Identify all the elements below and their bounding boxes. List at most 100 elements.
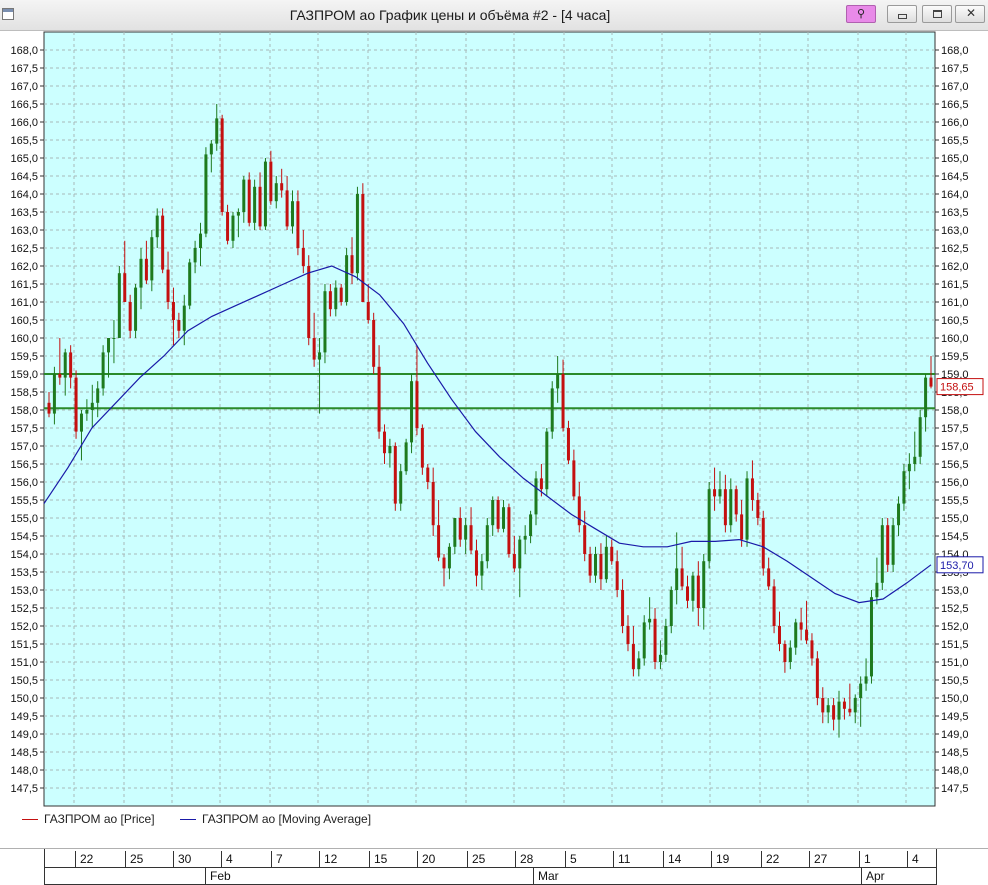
candle-body xyxy=(518,539,522,569)
candle-body xyxy=(566,428,570,461)
candle-body xyxy=(123,273,127,302)
candle-body xyxy=(897,503,901,526)
y-axis-tick-label-right: 155,5 xyxy=(941,495,969,507)
restore-button[interactable] xyxy=(922,5,952,23)
y-axis-tick-label-right: 163,0 xyxy=(941,225,969,237)
y-axis-tick-label-left: 156,0 xyxy=(10,477,38,489)
candle-body xyxy=(832,705,836,720)
candle-body xyxy=(577,496,581,526)
pin-button[interactable]: ⚲ xyxy=(846,5,876,23)
candle-body xyxy=(117,273,121,338)
time-axis-day-label: 11 xyxy=(613,851,630,867)
candle-body xyxy=(610,546,614,562)
y-axis-tick-label-right: 156,5 xyxy=(941,459,969,471)
candle-body xyxy=(420,428,424,468)
candle-body xyxy=(788,647,792,662)
time-axis-day-label: 7 xyxy=(271,851,283,867)
candle-body xyxy=(805,629,809,641)
candle-body xyxy=(274,183,278,202)
candle-body xyxy=(339,287,343,302)
candle-body xyxy=(345,255,349,302)
candle-body xyxy=(236,212,240,216)
candle-body xyxy=(621,590,625,626)
candle-body xyxy=(215,118,219,144)
y-axis-tick-label-left: 164,5 xyxy=(10,171,38,183)
y-axis-tick-label-right: 167,0 xyxy=(941,81,969,93)
candle-body xyxy=(464,525,468,540)
candle-body xyxy=(572,460,576,497)
candle-body xyxy=(821,698,825,713)
candle-body xyxy=(534,478,538,515)
price-chart[interactable]: 168,0 168,0 167,5 167,5 167,0 167,0 166,5 166,5… xyxy=(0,31,988,807)
minimize-button[interactable] xyxy=(887,5,917,23)
y-axis-tick-label-right: 164,0 xyxy=(941,189,969,201)
time-axis-day-label: 20 xyxy=(417,851,435,867)
candle-body xyxy=(285,190,289,227)
candle-body xyxy=(58,374,62,378)
y-axis-tick-label-left: 157,0 xyxy=(10,441,38,453)
candle-body xyxy=(112,338,116,339)
candle-body xyxy=(177,320,181,331)
candle-body xyxy=(107,338,111,353)
candle-body xyxy=(480,561,484,576)
time-axis-day-label: 5 xyxy=(565,851,577,867)
y-axis-tick-label-left: 150,5 xyxy=(10,675,38,687)
candle-body xyxy=(588,554,592,576)
candle-body xyxy=(90,402,94,410)
close-button[interactable]: ✕ xyxy=(955,5,985,23)
y-axis-tick-label-left: 153,0 xyxy=(10,585,38,597)
candle-body xyxy=(529,514,533,536)
time-axis-scale: 22 25 30 4 7 12 15 20 25 28 5 11 14 19 2… xyxy=(44,849,937,885)
candle-body xyxy=(220,118,224,212)
candle-body xyxy=(209,143,213,155)
y-axis-tick-label-left: 168,0 xyxy=(10,45,38,57)
y-axis-tick-label-left: 162,5 xyxy=(10,243,38,255)
candle-body xyxy=(226,212,230,241)
candle-body xyxy=(437,525,441,558)
time-axis[interactable]: 22 25 30 4 7 12 15 20 25 28 5 11 14 19 2… xyxy=(0,848,988,885)
time-axis-month-label: Mar xyxy=(533,868,559,884)
y-axis-tick-label-right: 155,0 xyxy=(941,513,969,525)
y-axis-tick-label-right: 165,5 xyxy=(941,135,969,147)
candle-body xyxy=(410,381,414,443)
candle-body xyxy=(859,683,863,698)
y-axis-tick-label-left: 155,0 xyxy=(10,513,38,525)
candle-body xyxy=(561,374,565,428)
y-axis-tick-label-right: 164,5 xyxy=(941,171,969,183)
candle-body xyxy=(496,500,500,529)
candle-body xyxy=(458,518,462,540)
candle-body xyxy=(253,186,257,223)
candle-body xyxy=(615,561,619,590)
candle-body xyxy=(52,374,56,414)
candle-body xyxy=(512,554,516,569)
y-axis-tick-label-right: 162,5 xyxy=(941,243,969,255)
candle-body xyxy=(702,561,706,608)
candle-body xyxy=(361,194,365,302)
close-icon: ✕ xyxy=(966,6,977,20)
y-axis-tick-label-right: 153,0 xyxy=(941,585,969,597)
candle-body xyxy=(740,514,744,540)
candle-body xyxy=(848,708,852,713)
y-axis-tick-label-right: 147,5 xyxy=(941,783,969,795)
candle-body xyxy=(718,489,722,497)
y-axis-tick-label-right: 163,5 xyxy=(941,207,969,219)
candle-body xyxy=(875,582,879,598)
candle-body xyxy=(79,413,83,432)
candle-body xyxy=(388,446,392,454)
candle-body xyxy=(502,507,506,529)
y-axis-tick-label-left: 165,5 xyxy=(10,135,38,147)
y-axis-tick-label-left: 154,5 xyxy=(10,531,38,543)
candle-body xyxy=(453,518,457,547)
candle-body xyxy=(880,525,884,583)
y-axis-tick-label-left: 163,5 xyxy=(10,207,38,219)
window-title: ГАЗПРОМ ао График цены и объёма #2 - [4 … xyxy=(289,7,611,23)
y-axis-tick-label-right: 154,5 xyxy=(941,531,969,543)
candle-body xyxy=(913,456,917,464)
y-axis-tick-label-right: 160,5 xyxy=(941,315,969,327)
candle-body xyxy=(729,489,733,526)
y-axis-tick-label-left: 158,5 xyxy=(10,387,38,399)
y-axis-tick-label-right: 150,5 xyxy=(941,675,969,687)
candle-body xyxy=(750,478,754,500)
candle-body xyxy=(280,183,284,191)
last-ma-label: 153,70 xyxy=(940,560,974,572)
